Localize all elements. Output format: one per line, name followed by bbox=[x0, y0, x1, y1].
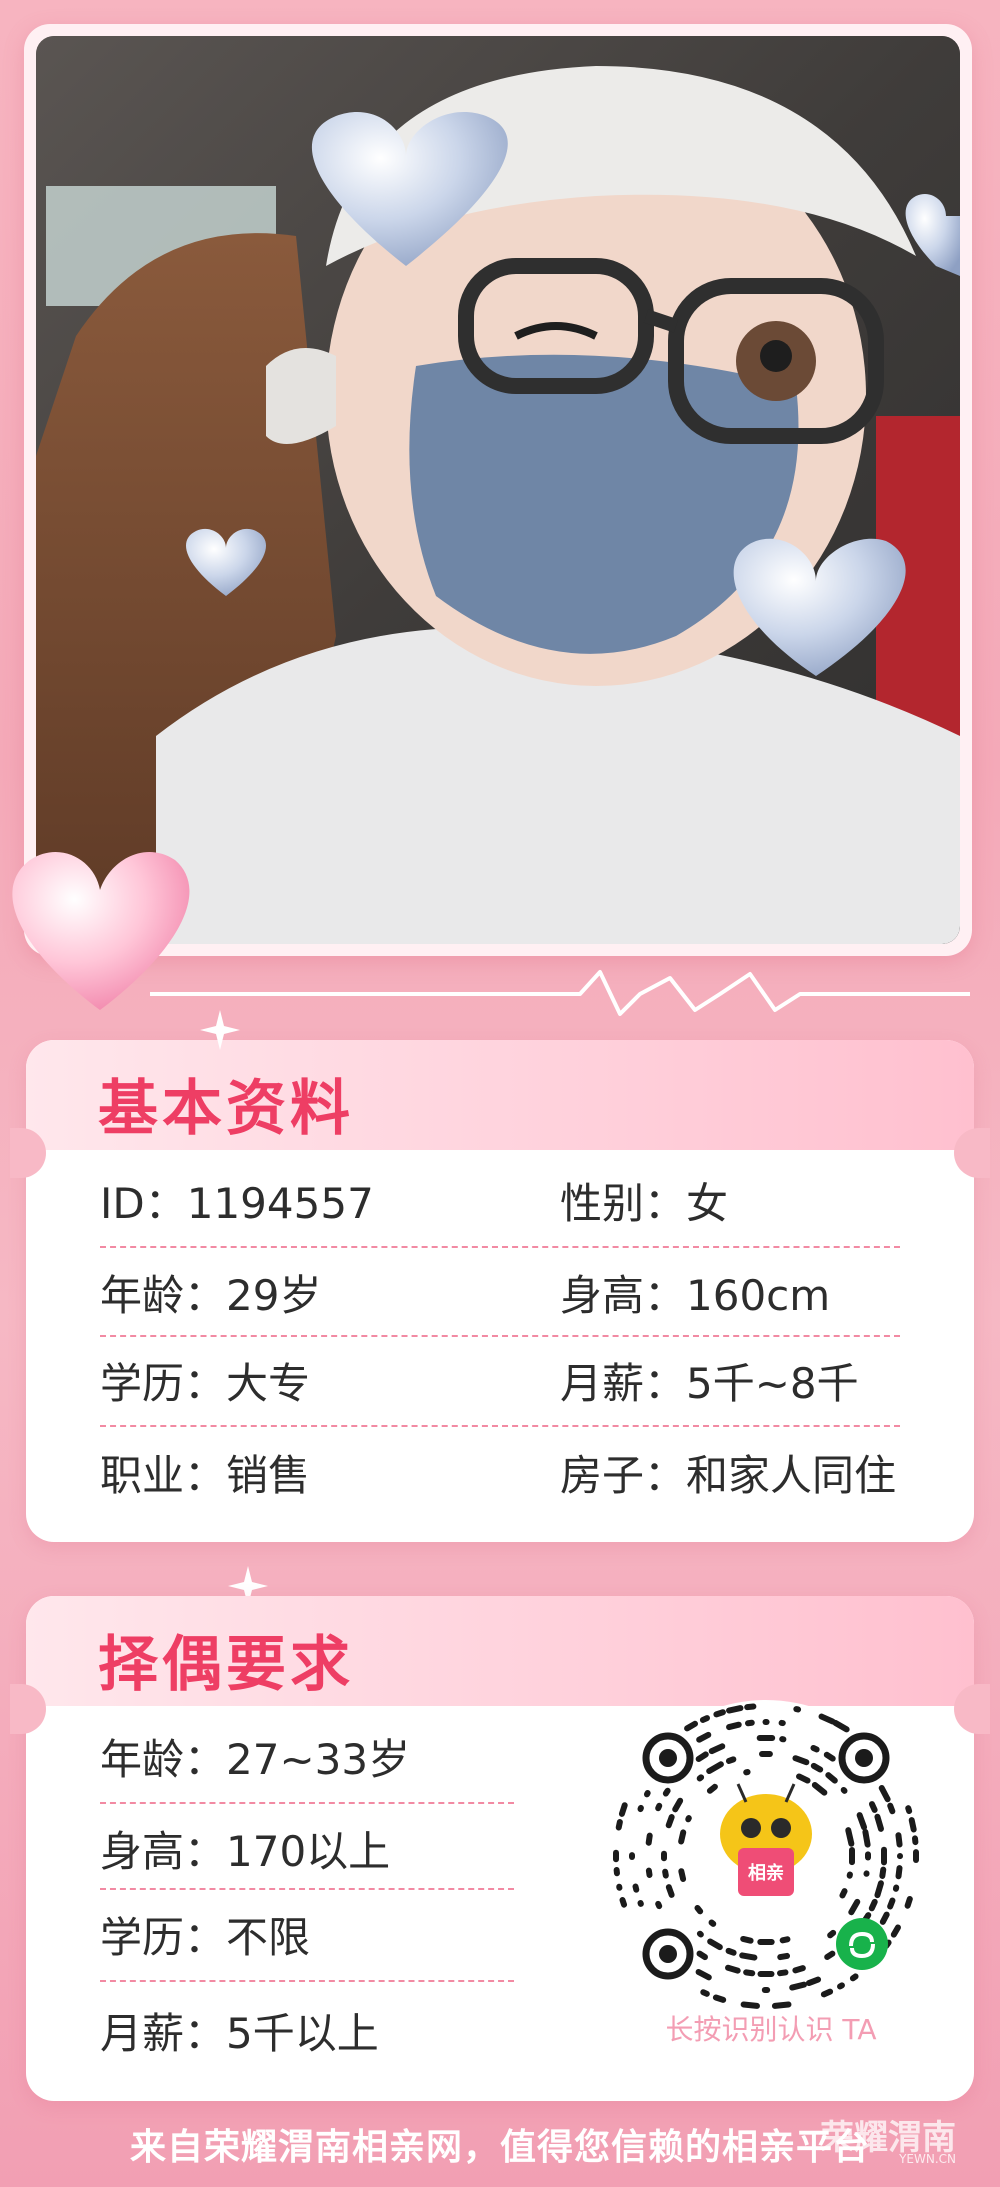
profile-photo-frame bbox=[24, 24, 972, 956]
salary-row: 月薪：5千~8千 bbox=[560, 1350, 859, 1411]
qr-module bbox=[881, 1846, 887, 1866]
qr-module bbox=[661, 1850, 667, 1862]
mini-program-qr-code[interactable]: 相亲 bbox=[606, 1696, 926, 2016]
qr-module bbox=[613, 1849, 619, 1863]
sparkle-icon bbox=[200, 1010, 240, 1050]
requirements-card: 择偶要求 年龄：27~33岁 身高：170以上 学历：不限 月薪：5千以上 相亲 bbox=[10, 1596, 990, 2101]
divider bbox=[100, 1802, 514, 1804]
card-notch-right bbox=[954, 1684, 990, 1734]
req-salary-label: 月薪： bbox=[100, 2009, 227, 2058]
qr-caption: 长按识别认识 TA bbox=[665, 2013, 877, 2046]
divider bbox=[100, 1335, 900, 1337]
height-row: 身高：160cm bbox=[560, 1262, 830, 1323]
req-height-label: 身高： bbox=[100, 1827, 227, 1876]
pulse-line-decoration bbox=[150, 970, 970, 1016]
basic-info-header: 基本资料 bbox=[26, 1040, 974, 1150]
height-value: 160cm bbox=[686, 1271, 831, 1320]
basic-info-title: 基本资料 bbox=[98, 1074, 354, 1144]
qr-module bbox=[897, 1853, 903, 1860]
qr-module bbox=[761, 1987, 771, 1993]
gender-label: 性别： bbox=[560, 1179, 687, 1228]
req-age-value: 27~33岁 bbox=[226, 1735, 411, 1784]
basic-info-card: 基本资料 ID：1194557 性别：女 年龄：29岁 身高：160cm 学历：… bbox=[10, 1040, 990, 1542]
divider bbox=[100, 1980, 514, 1982]
housing-row: 房子：和家人同住 bbox=[560, 1442, 896, 1503]
id-label: ID： bbox=[100, 1179, 187, 1228]
requirements-header: 择偶要求 bbox=[26, 1596, 974, 1706]
education-label: 学历： bbox=[100, 1359, 227, 1408]
qr-badge-text: 相亲 bbox=[748, 1862, 784, 1884]
req-education-label: 学历： bbox=[100, 1913, 227, 1962]
qr-module bbox=[865, 1851, 871, 1861]
gender-row: 性别：女 bbox=[560, 1170, 728, 1231]
req-education-row: 学历：不限 bbox=[100, 1904, 310, 1965]
divider bbox=[100, 1246, 900, 1248]
id-value: 1194557 bbox=[186, 1179, 374, 1228]
education-value: 大专 bbox=[226, 1359, 311, 1408]
requirements-title: 择偶要求 bbox=[98, 1630, 354, 1700]
occupation-label: 职业： bbox=[100, 1451, 227, 1500]
req-age-label: 年龄： bbox=[100, 1735, 227, 1784]
site-watermark-domain: YEWN.CN bbox=[899, 2152, 956, 2166]
education-row: 学历：大专 bbox=[100, 1350, 310, 1411]
height-label: 身高： bbox=[560, 1271, 687, 1320]
profile-photo[interactable] bbox=[36, 36, 960, 944]
salary-label: 月薪： bbox=[560, 1359, 687, 1408]
qr-module bbox=[913, 1849, 919, 1864]
divider bbox=[100, 1425, 900, 1427]
req-height-row: 身高：170以上 bbox=[100, 1818, 390, 1879]
id-row: ID：1194557 bbox=[100, 1170, 374, 1231]
qr-module bbox=[759, 1751, 773, 1757]
req-education-value: 不限 bbox=[226, 1913, 311, 1962]
qr-module bbox=[757, 1971, 775, 1977]
gender-value: 女 bbox=[686, 1179, 729, 1228]
qr-module bbox=[756, 1735, 776, 1741]
occupation-row: 职业：销售 bbox=[100, 1442, 310, 1503]
age-value: 29岁 bbox=[226, 1271, 322, 1320]
req-salary-row: 月薪：5千以上 bbox=[100, 2000, 379, 2061]
qr-module bbox=[757, 1939, 775, 1945]
age-label: 年龄： bbox=[100, 1271, 227, 1320]
divider bbox=[100, 1888, 514, 1890]
age-row: 年龄：29岁 bbox=[100, 1262, 321, 1323]
housing-value: 和家人同住 bbox=[686, 1451, 897, 1500]
salary-value: 5千~8千 bbox=[686, 1359, 859, 1408]
req-height-value: 170以上 bbox=[226, 1827, 391, 1876]
req-age-row: 年龄：27~33岁 bbox=[100, 1726, 410, 1787]
qr-module bbox=[762, 1719, 770, 1725]
card-notch-right bbox=[954, 1128, 990, 1178]
housing-label: 房子： bbox=[560, 1451, 687, 1500]
qr-module bbox=[849, 1847, 855, 1866]
qr-module bbox=[629, 1852, 635, 1860]
photo-illustration bbox=[36, 36, 960, 944]
occupation-value: 销售 bbox=[226, 1451, 311, 1500]
req-salary-value: 5千以上 bbox=[226, 2009, 379, 2058]
